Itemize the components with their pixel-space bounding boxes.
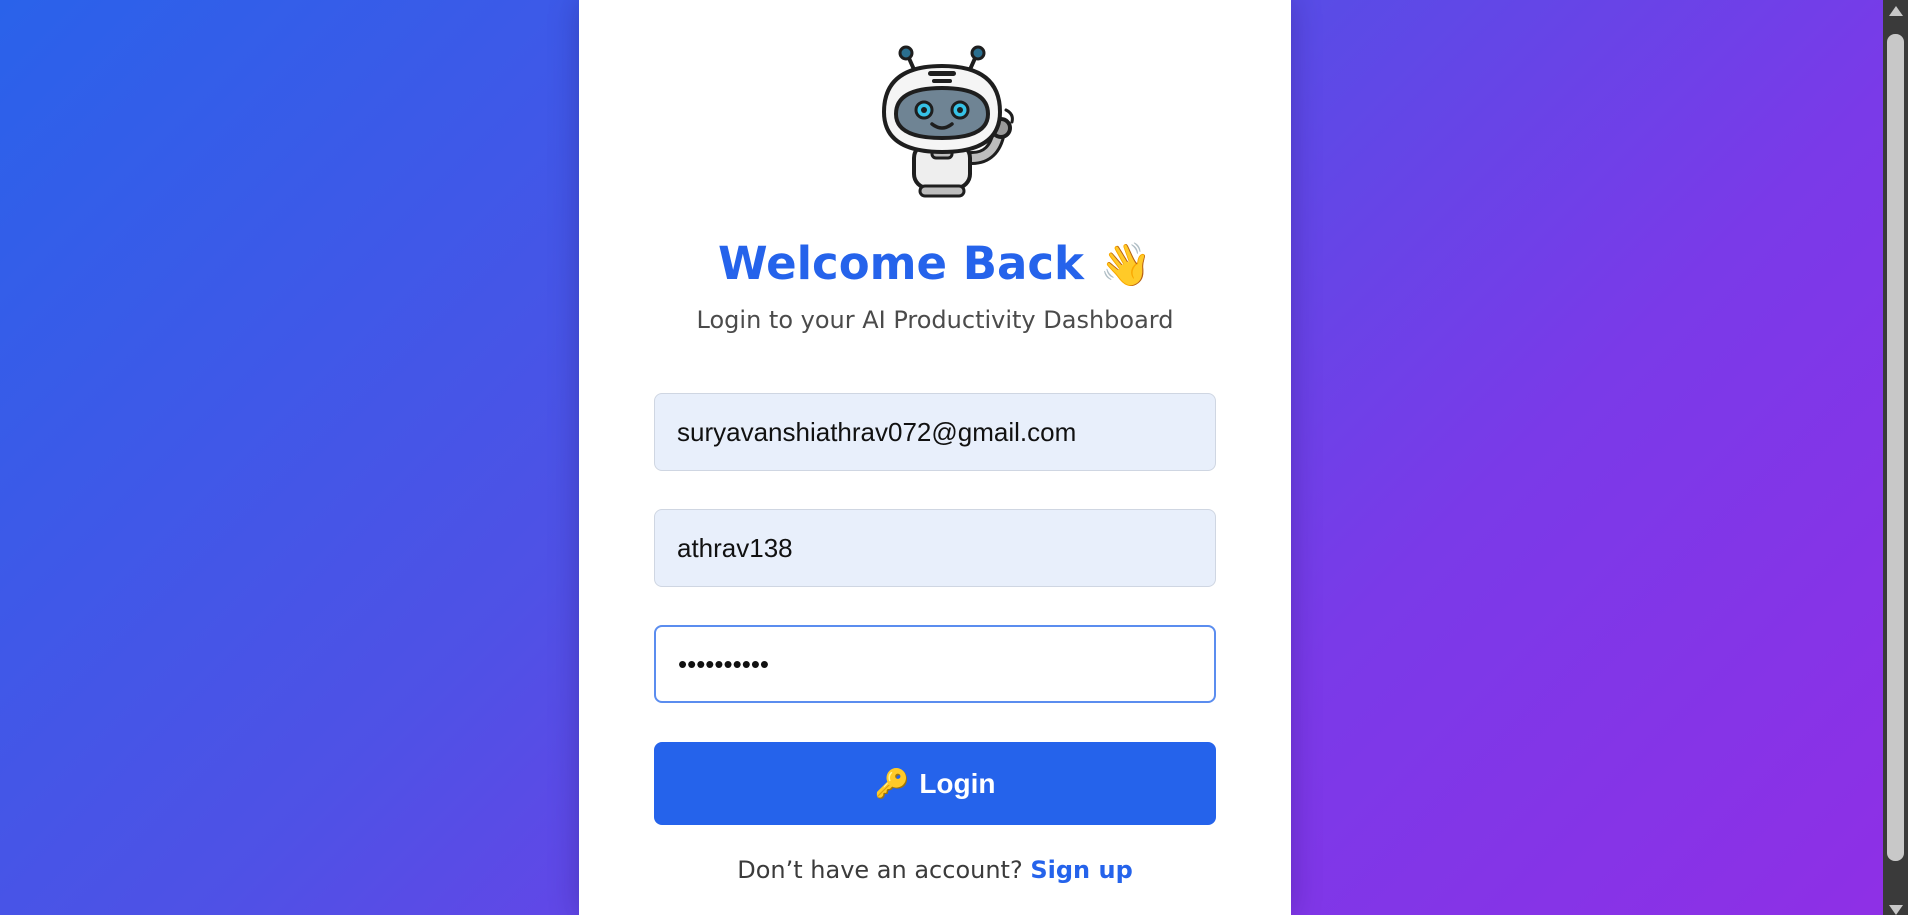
signup-prompt-text: Don’t have an account? [737, 856, 1023, 884]
waving-hand-icon: 👋 [1099, 240, 1152, 289]
page-scrollbar[interactable] [1883, 0, 1908, 915]
password-field[interactable] [654, 625, 1216, 703]
page-subtitle: Login to your AI Productivity Dashboard [696, 306, 1174, 334]
signup-prompt: Don’t have an account? Sign up [579, 853, 1291, 887]
scroll-down-icon[interactable] [1889, 905, 1903, 915]
title-text: Welcome Back [718, 237, 1084, 290]
signup-link[interactable]: Sign up [1030, 856, 1132, 884]
scroll-up-icon[interactable] [1889, 6, 1903, 16]
scrollbar-thumb[interactable] [1887, 34, 1904, 861]
key-icon: 🔑 [874, 768, 910, 799]
login-card: Welcome Back 👋 Login to your AI Producti… [579, 0, 1291, 915]
username-field[interactable] [654, 509, 1216, 587]
page-title: Welcome Back 👋 [579, 234, 1291, 295]
login-button-label: Login [919, 767, 996, 799]
robot-mascot-icon [881, 45, 1014, 198]
email-field[interactable] [654, 393, 1216, 471]
login-button[interactable]: 🔑 Login [654, 742, 1216, 825]
